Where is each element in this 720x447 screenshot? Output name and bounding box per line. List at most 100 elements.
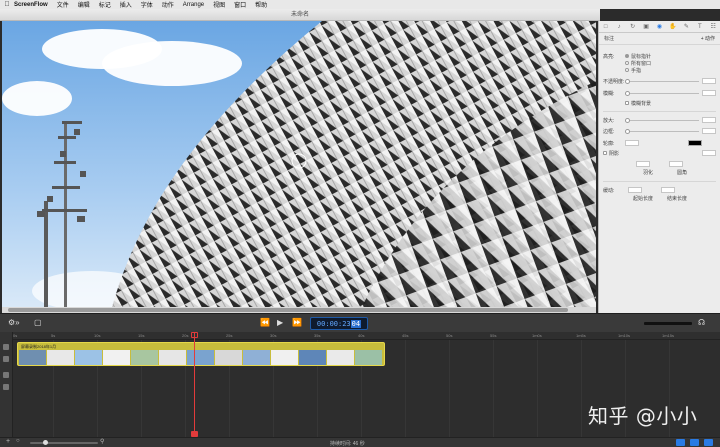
- timeline-ruler[interactable]: 0s 5s 10s 15s 20s 25s 30s 35s 40s 45s 50…: [13, 332, 720, 340]
- clip-thumbnail: [159, 350, 187, 365]
- menu-action[interactable]: 动作: [162, 0, 174, 9]
- outline-width-field[interactable]: [625, 140, 639, 146]
- border-slider-knob[interactable]: [625, 128, 630, 134]
- annotation-tab-icon[interactable]: ✎: [682, 23, 690, 31]
- clip-thumbnail: [327, 350, 355, 365]
- clip-thumbnail: [243, 350, 271, 365]
- zoom-in-icon[interactable]: ⚲: [100, 438, 104, 445]
- headphones-icon[interactable]: ☊: [698, 318, 705, 328]
- timecode-frames: 04: [350, 320, 362, 328]
- snap-icon[interactable]: [676, 439, 685, 446]
- text-tab-icon[interactable]: T: [696, 23, 704, 31]
- border-row: 边框:: [603, 127, 716, 135]
- zoom-slider[interactable]: [625, 117, 699, 123]
- ruler-tick: 1m15s: [662, 333, 675, 338]
- radio-icon[interactable]: [625, 67, 629, 72]
- timeline-zoom-knob[interactable]: [43, 440, 48, 445]
- apple-icon[interactable]: : [0, 1, 14, 8]
- ease-out-field[interactable]: [661, 187, 675, 193]
- menu-app[interactable]: ScreenFlow: [14, 2, 48, 8]
- link-icon[interactable]: [704, 439, 713, 446]
- border-field[interactable]: [702, 128, 716, 134]
- zoom-slider-knob[interactable]: [625, 117, 630, 123]
- audio-properties-tab-icon[interactable]: ♪: [615, 23, 623, 31]
- clip-thumbnail: [215, 350, 243, 365]
- outline-row: 轮廓:: [603, 139, 716, 147]
- clip-thumbnails: [19, 350, 383, 365]
- track-lock-icon[interactable]: [3, 344, 9, 350]
- crop-icon[interactable]: ▢: [34, 318, 42, 328]
- menu-insert[interactable]: 插入: [120, 0, 132, 9]
- ruler-tick: 1m0s: [532, 333, 542, 338]
- ruler-tick: 45s: [402, 333, 409, 338]
- blur-field[interactable]: [702, 90, 716, 96]
- panel-section-title: 标注: [604, 36, 615, 42]
- rewind-icon[interactable]: ⏪: [260, 318, 270, 328]
- menu-window[interactable]: 窗口: [234, 0, 246, 9]
- border-slider[interactable]: [625, 128, 699, 134]
- playhead[interactable]: [194, 332, 195, 437]
- ease-in-field[interactable]: [628, 187, 642, 193]
- zoom-out-icon[interactable]: ○: [16, 438, 20, 444]
- shadow-field[interactable]: [702, 150, 716, 156]
- menu-arrange[interactable]: Arrange: [183, 2, 204, 8]
- library-tab-icon[interactable]: ☷: [709, 23, 717, 31]
- play-icon[interactable]: ▶: [277, 318, 283, 328]
- callout-tab-icon[interactable]: ◉: [655, 23, 663, 31]
- track-audio-icon[interactable]: [3, 384, 9, 390]
- checkbox-icon[interactable]: [625, 100, 629, 105]
- feather-field[interactable]: [636, 161, 650, 167]
- fast-forward-icon[interactable]: ⏩: [292, 318, 302, 328]
- ruler-tick: 10s: [94, 333, 101, 338]
- menu-help[interactable]: 帮助: [255, 0, 267, 9]
- corner-field[interactable]: [669, 161, 683, 167]
- playhead-handle[interactable]: [191, 332, 198, 338]
- ruler-tick: 15s: [138, 333, 145, 338]
- radio-icon[interactable]: [625, 60, 629, 65]
- menu-font[interactable]: 字体: [141, 0, 153, 9]
- timecode-display[interactable]: 00:00:2304: [310, 317, 368, 330]
- blur-background-checkbox[interactable]: 模糊背景: [625, 100, 651, 107]
- blur-slider[interactable]: [625, 90, 699, 96]
- timecode-value: 00:00:23: [316, 320, 351, 328]
- ruler-tick: 50s: [446, 333, 453, 338]
- blur-slider-knob[interactable]: [625, 90, 630, 96]
- ripple-icon[interactable]: [690, 439, 699, 446]
- ruler-tick: 25s: [226, 333, 233, 338]
- menu-file[interactable]: 文件: [57, 0, 69, 9]
- timeline-clip[interactable]: 屏幕录制2018年1月: [17, 342, 385, 366]
- volume-slider[interactable]: [644, 322, 692, 325]
- timeline-zoom-slider[interactable]: [30, 442, 98, 444]
- building-image: [37, 21, 596, 307]
- checkbox-icon[interactable]: [603, 150, 607, 155]
- track-audio-icon[interactable]: [3, 356, 9, 362]
- menu-edit[interactable]: 编辑: [78, 0, 90, 9]
- zoom-field[interactable]: [702, 117, 716, 123]
- outline-color-swatch[interactable]: [688, 140, 702, 146]
- opacity-slider-knob[interactable]: [625, 78, 630, 84]
- clip-thumbnail: [355, 350, 383, 365]
- canvas-scrollbar-thumb[interactable]: [8, 308, 568, 312]
- shape-radio-3[interactable]: 手指: [625, 67, 641, 74]
- video-properties-tab-icon[interactable]: □: [602, 23, 610, 31]
- shadow-row: 阴影: [603, 149, 716, 157]
- clip-thumbnail: [47, 350, 75, 365]
- opacity-slider[interactable]: [625, 78, 699, 84]
- zoom-label: 放大:: [603, 117, 615, 124]
- duration-label: 持续时间: 46 秒: [330, 441, 365, 447]
- add-action-button[interactable]: + 动作: [701, 35, 715, 42]
- video-motion-tab-icon[interactable]: ↻: [629, 23, 637, 31]
- edit-tool-icon[interactable]: ⚙»: [8, 318, 20, 328]
- touch-tab-icon[interactable]: ✋: [669, 23, 677, 31]
- panel-header: 标注 + 动作: [599, 33, 720, 45]
- menu-mark[interactable]: 标记: [99, 0, 111, 9]
- radio-icon[interactable]: [625, 53, 629, 58]
- opacity-field[interactable]: [702, 78, 716, 84]
- menu-view[interactable]: 视图: [213, 0, 225, 9]
- shadow-checkbox[interactable]: 阴影: [603, 150, 625, 157]
- divider: [603, 181, 716, 182]
- screen-recording-tab-icon[interactable]: ▣: [642, 23, 650, 31]
- track-visibility-icon[interactable]: [3, 372, 9, 378]
- video-canvas[interactable]: [2, 21, 596, 307]
- add-track-icon[interactable]: +: [6, 438, 10, 445]
